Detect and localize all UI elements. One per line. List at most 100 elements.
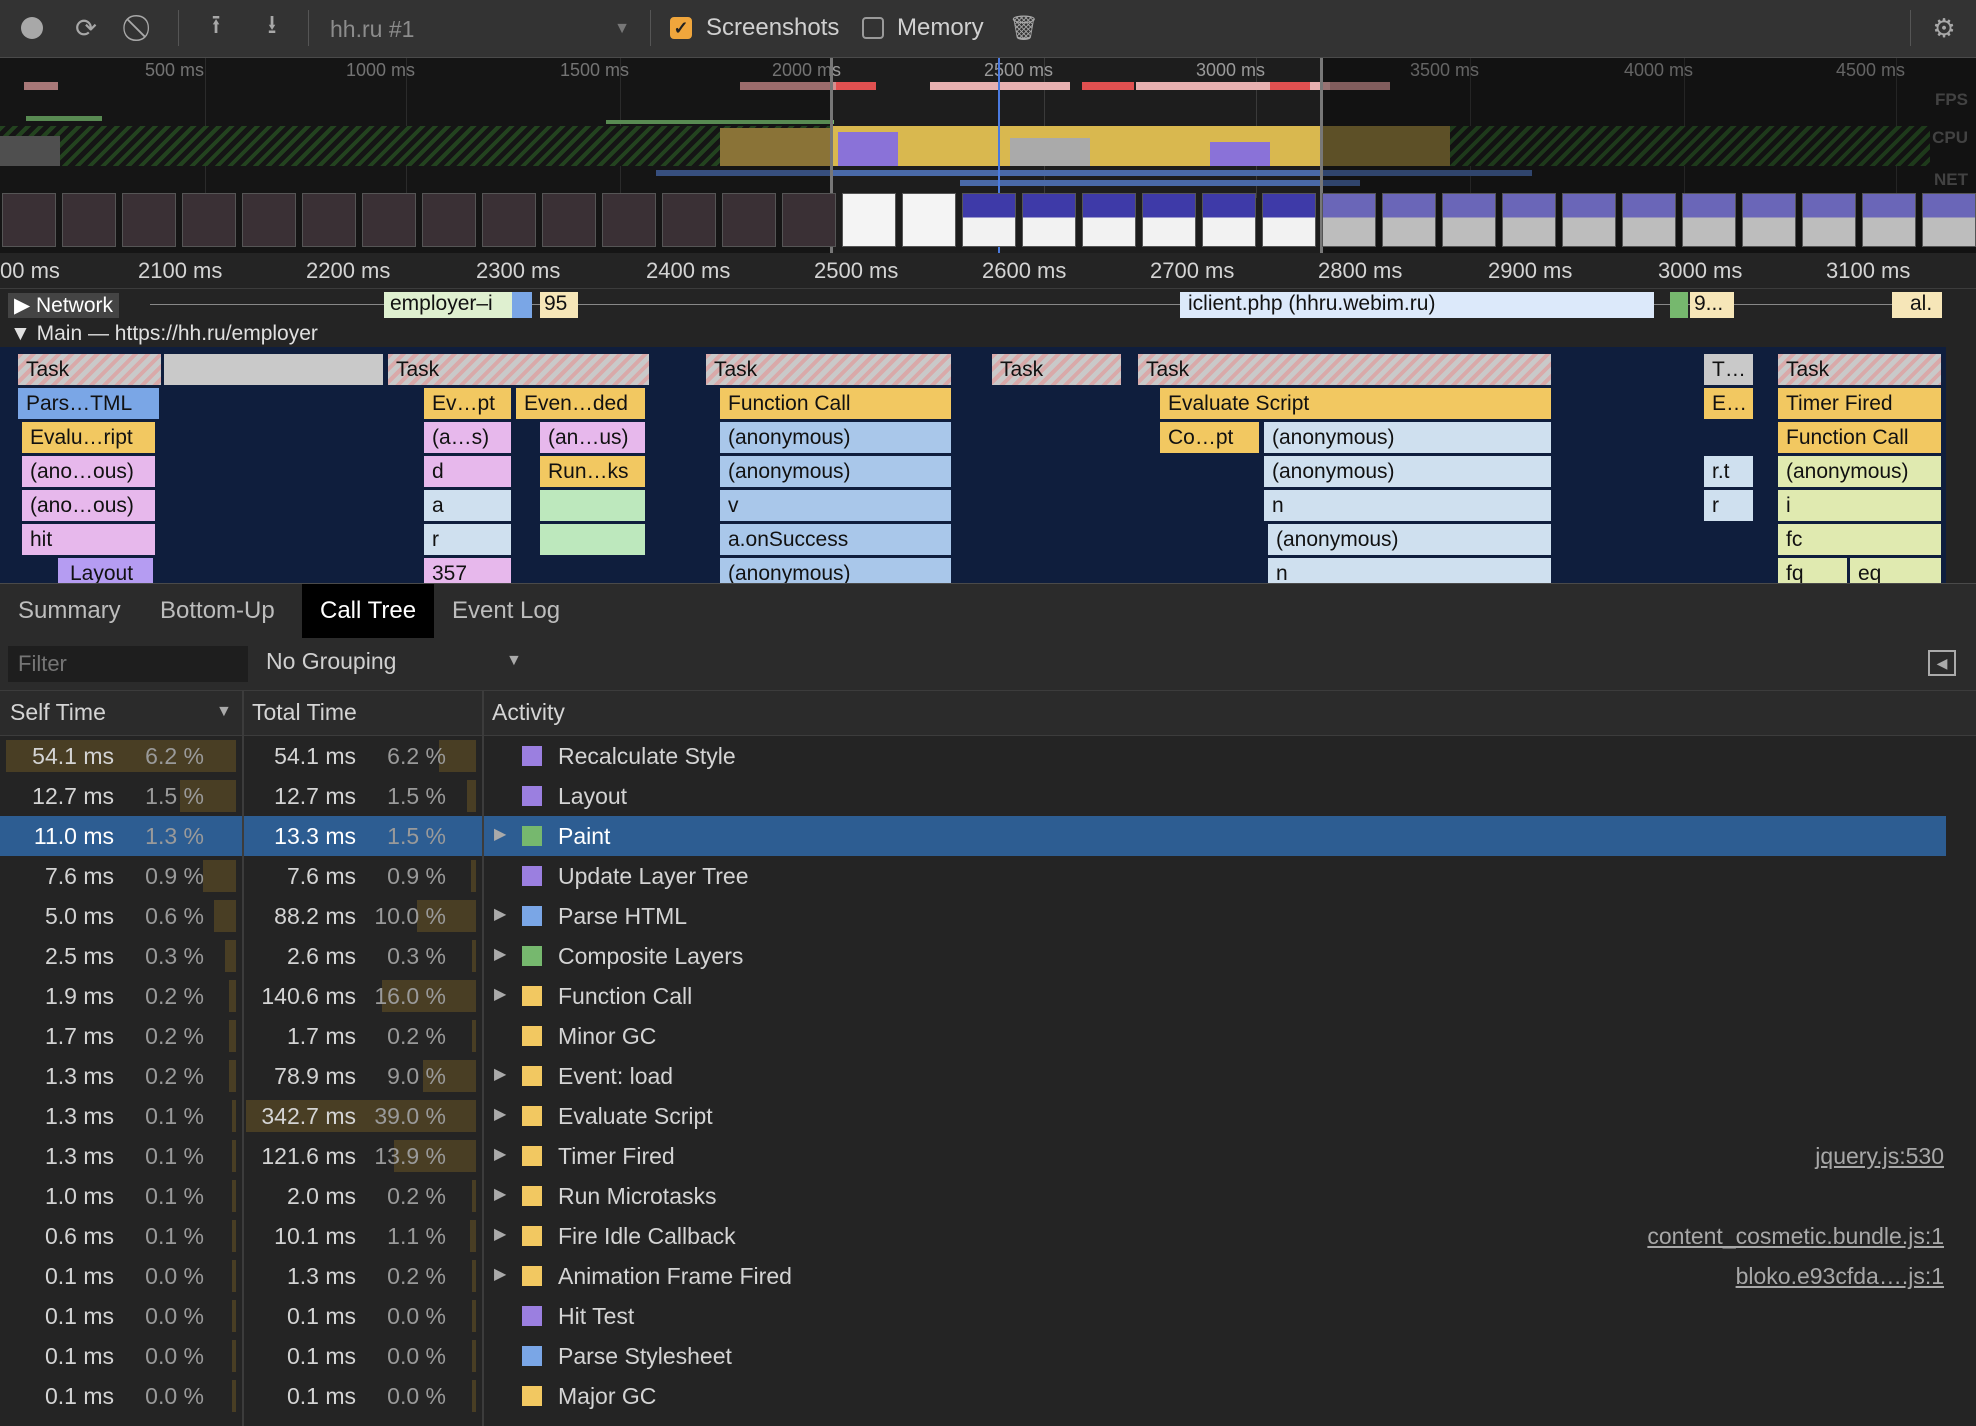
screenshot-thumbnail[interactable] bbox=[122, 193, 176, 247]
tab-bottom-up[interactable]: Bottom-Up bbox=[142, 584, 293, 638]
flame-task[interactable]: Task bbox=[388, 354, 650, 385]
table-row[interactable]: 0.1 ms 0.0 % 0.1 ms 0.0 % Major GC bbox=[0, 1376, 1948, 1416]
expand-arrow-icon[interactable]: ▶ bbox=[494, 1104, 506, 1124]
flame-scrollbar[interactable] bbox=[1946, 289, 1976, 583]
screenshot-thumbnail[interactable] bbox=[1082, 193, 1136, 247]
reload-icon[interactable]: ⟳ bbox=[68, 10, 104, 46]
table-row[interactable]: 2.5 ms 0.3 % 2.6 ms 0.3 % ▶ Composite Layers bbox=[0, 936, 1948, 976]
flame-event[interactable]: E… bbox=[1704, 388, 1754, 419]
screenshot-thumbnail[interactable] bbox=[1802, 193, 1856, 247]
flame-timer-fired[interactable]: Timer Fired bbox=[1778, 388, 1942, 419]
flame-call[interactable]: r bbox=[424, 524, 512, 555]
network-request[interactable]: iclient.php (hhru.webim.ru) bbox=[1180, 292, 1654, 318]
flame-evaluate-script[interactable]: Evalu…ript bbox=[22, 422, 156, 453]
column-total-time[interactable]: Total Time bbox=[252, 699, 357, 726]
expand-arrow-icon[interactable]: ▶ bbox=[494, 1064, 506, 1084]
table-row[interactable]: 0.6 ms 0.1 % 10.1 ms 1.1 % ▶ Fire Idle Callba… bbox=[0, 1216, 1948, 1256]
main-track-header[interactable]: ▼ Main — https://hh.ru/employer bbox=[10, 322, 318, 346]
flame-call[interactable] bbox=[540, 490, 646, 521]
screenshot-thumbnail[interactable] bbox=[1682, 193, 1736, 247]
flame-call[interactable]: fq bbox=[1778, 558, 1848, 583]
screenshot-thumbnail[interactable] bbox=[482, 193, 536, 247]
screenshot-thumbnail[interactable] bbox=[1742, 193, 1796, 247]
table-row[interactable]: 54.1 ms 6.2 % 54.1 ms 6.2 % Recalculate Styl… bbox=[0, 736, 1948, 776]
screenshot-thumbnail[interactable] bbox=[662, 193, 716, 247]
flame-task[interactable]: T… bbox=[1704, 354, 1754, 385]
network-request[interactable]: 95 bbox=[540, 292, 578, 318]
flame-event[interactable]: Ev…pt bbox=[424, 388, 512, 419]
screenshot-thumbnail[interactable] bbox=[422, 193, 476, 247]
source-link[interactable]: bloko.e93cfda….js:1 bbox=[1736, 1263, 1944, 1290]
flame-call[interactable]: (ano…ous) bbox=[22, 490, 156, 521]
flame-call[interactable]: (anonymous) bbox=[720, 422, 952, 453]
flame-call[interactable]: v bbox=[720, 490, 952, 521]
expand-arrow-icon[interactable]: ▶ bbox=[494, 1144, 506, 1164]
flame-call[interactable]: fc bbox=[1778, 524, 1942, 555]
screenshot-thumbnail[interactable] bbox=[242, 193, 296, 247]
screenshot-thumbnail[interactable] bbox=[842, 193, 896, 247]
screenshot-thumbnail[interactable] bbox=[1502, 193, 1556, 247]
expand-arrow-icon[interactable]: ▶ bbox=[494, 1184, 506, 1204]
flame-task[interactable]: Task bbox=[1138, 354, 1552, 385]
toggle-sidebar-icon[interactable]: ◀ bbox=[1928, 650, 1956, 676]
screenshot-thumbnail[interactable] bbox=[1142, 193, 1196, 247]
flame-call[interactable]: d bbox=[424, 456, 512, 487]
flame-call[interactable]: (anonymous) bbox=[1268, 524, 1552, 555]
flame-chart[interactable]: ▶ Network employer–i 95 iclient.php (hhr… bbox=[0, 289, 1976, 583]
filter-input[interactable] bbox=[8, 646, 248, 682]
flame-call[interactable]: eq bbox=[1850, 558, 1942, 583]
flame-call[interactable]: (anonymous) bbox=[720, 456, 952, 487]
screenshot-thumbnail[interactable] bbox=[722, 193, 776, 247]
expand-arrow-icon[interactable]: ▶ bbox=[494, 904, 506, 924]
flame-call[interactable]: a bbox=[424, 490, 512, 521]
clear-icon[interactable]: ⃠ bbox=[124, 10, 160, 46]
screenshot-thumbnail[interactable] bbox=[542, 193, 596, 247]
flame-evaluate-script[interactable]: Evaluate Script bbox=[1160, 388, 1552, 419]
table-scrollbar[interactable] bbox=[1946, 736, 1976, 1426]
flame-call[interactable]: r bbox=[1704, 490, 1754, 521]
flame-function-call[interactable]: Function Call bbox=[1778, 422, 1942, 453]
table-row[interactable]: 1.0 ms 0.1 % 2.0 ms 0.2 % ▶ Run Microtasks bbox=[0, 1176, 1948, 1216]
flame-event[interactable]: Even…ded bbox=[516, 388, 646, 419]
tab-event-log[interactable]: Event Log bbox=[434, 584, 578, 638]
tab-call-tree[interactable]: Call Tree bbox=[302, 584, 435, 638]
source-link[interactable]: content_cosmetic.bundle.js:1 bbox=[1647, 1223, 1944, 1250]
table-row[interactable]: 1.7 ms 0.2 % 1.7 ms 0.2 % Minor GC bbox=[0, 1016, 1948, 1056]
flame-function-call[interactable]: Function Call bbox=[720, 388, 952, 419]
flame-call[interactable]: hit bbox=[22, 524, 156, 555]
flame-call[interactable]: (an…us) bbox=[540, 422, 646, 453]
screenshot-thumbnail[interactable] bbox=[962, 193, 1016, 247]
flame-call[interactable]: (ano…ous) bbox=[22, 456, 156, 487]
download-icon[interactable]: ⭳ bbox=[254, 9, 290, 46]
expand-arrow-icon[interactable]: ▶ bbox=[494, 1224, 506, 1244]
flame-parse-html[interactable]: Pars…TML bbox=[18, 388, 160, 419]
expand-arrow-icon[interactable]: ▶ bbox=[494, 824, 506, 844]
screenshot-thumbnail[interactable] bbox=[2, 193, 56, 247]
flame-call[interactable]: (anonymous) bbox=[720, 558, 952, 583]
profile-select[interactable]: hh.ru #1 ▼ bbox=[330, 12, 630, 46]
flame-call[interactable]: 357 bbox=[424, 558, 512, 583]
flame-compile-script[interactable]: Co…pt bbox=[1160, 422, 1260, 453]
record-icon[interactable] bbox=[14, 10, 50, 46]
screenshot-thumbnail[interactable] bbox=[1322, 193, 1376, 247]
column-self-time[interactable]: Self Time bbox=[10, 699, 106, 726]
flame-task[interactable]: Task bbox=[706, 354, 952, 385]
screenshots-label[interactable]: Screenshots bbox=[706, 14, 839, 42]
screenshot-thumbnail[interactable] bbox=[782, 193, 836, 247]
network-track-toggle[interactable]: ▶ Network bbox=[8, 293, 120, 318]
source-link[interactable]: jquery.js:530 bbox=[1815, 1143, 1944, 1170]
screenshot-thumbnail[interactable] bbox=[1262, 193, 1316, 247]
flame-run-microtasks[interactable]: Run…ks bbox=[540, 456, 646, 487]
screenshot-thumbnail[interactable] bbox=[362, 193, 416, 247]
table-row[interactable]: 1.3 ms 0.1 % 342.7 ms 39.0 % ▶ Evaluate Scrip… bbox=[0, 1096, 1948, 1136]
table-row[interactable]: 0.1 ms 0.0 % 0.1 ms 0.0 % Parse Stylesheet bbox=[0, 1336, 1948, 1376]
screenshot-thumbnail[interactable] bbox=[1622, 193, 1676, 247]
screenshot-thumbnail[interactable] bbox=[1442, 193, 1496, 247]
flame-task[interactable]: Task bbox=[18, 354, 162, 385]
flame-task[interactable]: Task bbox=[992, 354, 1122, 385]
expand-arrow-icon[interactable]: ▶ bbox=[494, 984, 506, 1004]
flame-call[interactable]: i bbox=[1778, 490, 1942, 521]
screenshot-thumbnail[interactable] bbox=[1382, 193, 1436, 247]
screenshot-thumbnail[interactable] bbox=[1562, 193, 1616, 247]
network-request[interactable]: employer–i bbox=[384, 292, 512, 318]
